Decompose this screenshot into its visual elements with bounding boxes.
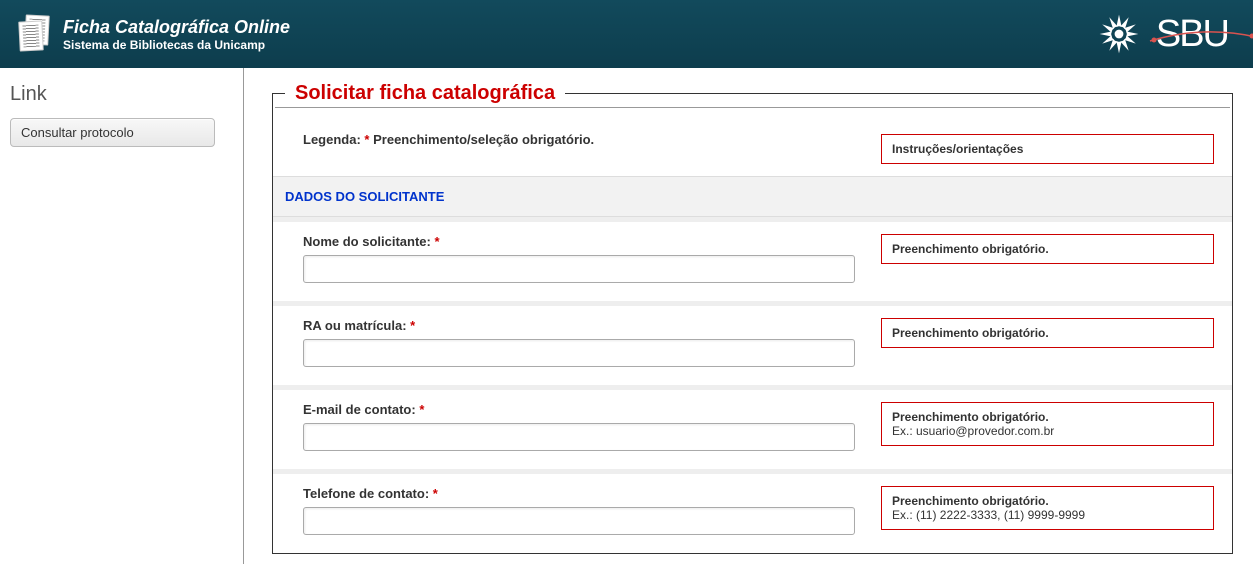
ra-input[interactable] xyxy=(303,339,855,367)
sbu-logo: SBU xyxy=(1156,13,1228,56)
header-title-block: Ficha Catalográfica Online Sistema de Bi… xyxy=(63,17,290,52)
sidebar: Link Consultar protocolo xyxy=(0,68,244,564)
ra-label: RA ou matrícula: * xyxy=(303,318,855,333)
content-area: Link Consultar protocolo Solicitar ficha… xyxy=(0,68,1253,564)
app-title: Ficha Catalográfica Online xyxy=(63,17,290,38)
telefone-hint: Preenchimento obrigatório. Ex.: (11) 222… xyxy=(881,486,1214,530)
ra-hint: Preenchimento obrigatório. xyxy=(881,318,1214,348)
field-row-email: E-mail de contato: * Preenchimento obrig… xyxy=(273,385,1232,469)
request-fieldset: Solicitar ficha catalográfica Legenda: *… xyxy=(272,82,1233,554)
legend-row: Legenda: * Preenchimento/seleção obrigat… xyxy=(273,120,1232,176)
required-star-icon: * xyxy=(433,486,438,501)
nome-label: Nome do solicitante: * xyxy=(303,234,855,249)
app-subtitle: Sistema de Bibliotecas da Unicamp xyxy=(63,38,290,52)
email-hint: Preenchimento obrigatório. Ex.: usuario@… xyxy=(881,402,1214,446)
telefone-input[interactable] xyxy=(303,507,855,535)
section-header-solicitante: DADOS DO SOLICITANTE xyxy=(273,176,1232,217)
caption-label: Legenda: xyxy=(303,132,361,147)
sidebar-heading: Link xyxy=(10,83,231,106)
section-title: DADOS DO SOLICITANTE xyxy=(285,189,444,204)
required-star-icon: * xyxy=(419,402,424,417)
telefone-label: Telefone de contato: * xyxy=(303,486,855,501)
required-star-icon: * xyxy=(434,234,439,249)
field-row-ra: RA ou matrícula: * Preenchimento obrigat… xyxy=(273,301,1232,385)
document-stack-icon xyxy=(15,15,53,53)
field-row-telefone: Telefone de contato: * Preenchimento obr… xyxy=(273,469,1232,553)
nome-input[interactable] xyxy=(303,255,855,283)
app-header: Ficha Catalográfica Online Sistema de Bi… xyxy=(0,0,1253,68)
header-left: Ficha Catalográfica Online Sistema de Bi… xyxy=(15,15,290,53)
main: Solicitar ficha catalográfica Legenda: *… xyxy=(244,68,1253,564)
field-row-nome: Nome do solicitante: * Preenchimento obr… xyxy=(273,217,1232,301)
caption-text: Preenchimento/seleção obrigatório. xyxy=(373,132,594,147)
email-label: E-mail de contato: * xyxy=(303,402,855,417)
email-input[interactable] xyxy=(303,423,855,451)
form-legend: Solicitar ficha catalográfica xyxy=(285,82,565,105)
instructions-label: Instruções/orientações xyxy=(892,142,1023,156)
sunburst-logo-icon xyxy=(1097,12,1141,56)
header-right: SBU xyxy=(1097,12,1238,56)
sbu-text: SBU xyxy=(1156,13,1228,55)
required-star-icon: * xyxy=(364,132,369,147)
required-star-icon: * xyxy=(410,318,415,333)
instructions-box: Instruções/orientações xyxy=(881,134,1214,164)
consult-protocol-button[interactable]: Consultar protocolo xyxy=(10,118,215,147)
nome-hint: Preenchimento obrigatório. xyxy=(881,234,1214,264)
